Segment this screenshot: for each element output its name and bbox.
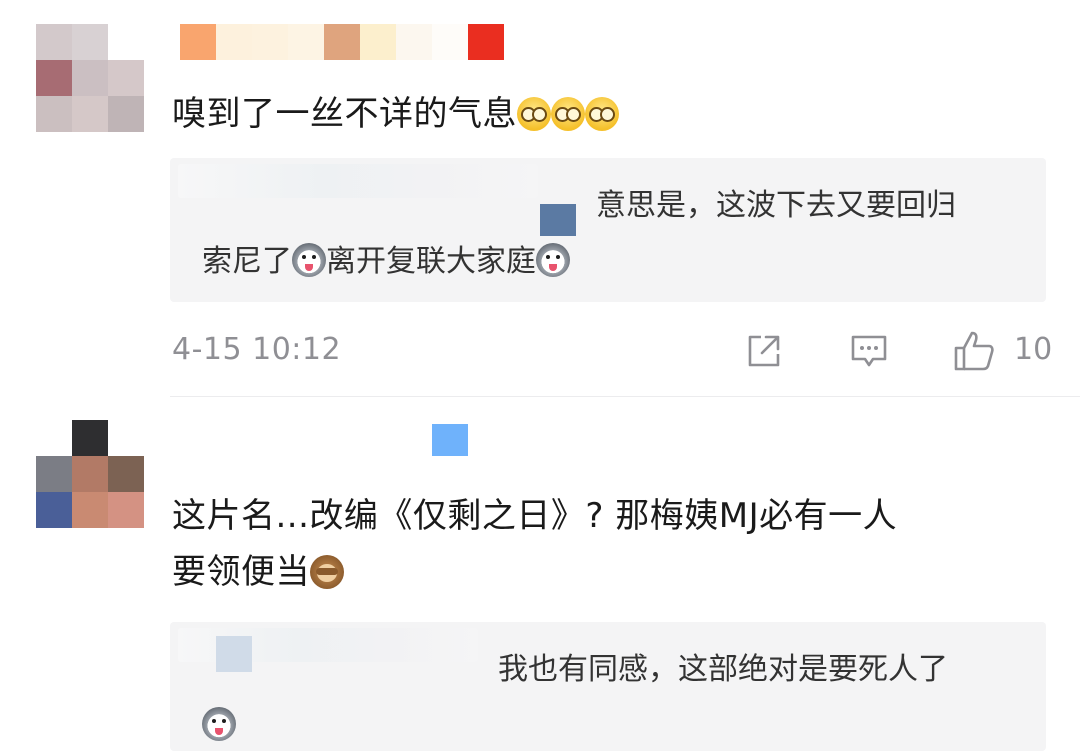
- comment-body: 这片名...改编《仅剩之日》? 那梅姨MJ必有一人 要领便当: [172, 488, 1032, 600]
- comment-text: 嗅到了一丝不详的气息: [172, 94, 517, 134]
- comment-text: 要领便当: [172, 552, 310, 592]
- username-mosaic[interactable]: [180, 24, 504, 60]
- reply-box[interactable]: 意思是，这波下去又要回归 索尼了 离开复联大家庭: [170, 158, 1046, 302]
- reply-line: 意思是，这波下去又要回归: [596, 188, 956, 223]
- glasses-emoji-icon: [551, 97, 585, 131]
- glasses-emoji-icon: [585, 97, 619, 131]
- see-no-evil-monkey-emoji-icon: [310, 555, 344, 589]
- husky-emoji-icon: [202, 707, 236, 741]
- avatar[interactable]: [36, 420, 144, 528]
- like-count: 10: [1014, 332, 1053, 367]
- username-mosaic[interactable]: [432, 424, 468, 456]
- timestamp: 4-15 10:12: [172, 332, 342, 367]
- reply-box[interactable]: 我也有同感，这部绝对是要死人了: [170, 622, 1046, 751]
- reply-line: 离开复联大家庭: [326, 244, 536, 279]
- share-icon[interactable]: [744, 331, 784, 371]
- comment-icon[interactable]: [849, 331, 889, 371]
- reply-text: 我也有同感，这部绝对是要死人了: [202, 642, 1022, 751]
- avatar[interactable]: [36, 24, 144, 132]
- husky-emoji-icon: [536, 243, 570, 277]
- comment-body: 嗅到了一丝不详的气息: [172, 86, 619, 142]
- glasses-emoji-icon: [517, 97, 551, 131]
- reply-text: 意思是，这波下去又要回归 索尼了 离开复联大家庭: [202, 178, 1022, 290]
- comment-feed: 嗅到了一丝不详的气息 意思是，这波下去又要回归 索尼了 离开复联大家庭 4-15 …: [0, 0, 1080, 751]
- reply-line: 我也有同感，这部绝对是要死人了: [498, 652, 948, 687]
- thumbs-up-icon[interactable]: [952, 329, 996, 373]
- reply-line: 索尼了: [202, 244, 292, 279]
- divider: [170, 396, 1080, 397]
- comment-text: 这片名...改编《仅剩之日》? 那梅姨MJ必有一人: [172, 496, 898, 536]
- husky-emoji-icon: [292, 243, 326, 277]
